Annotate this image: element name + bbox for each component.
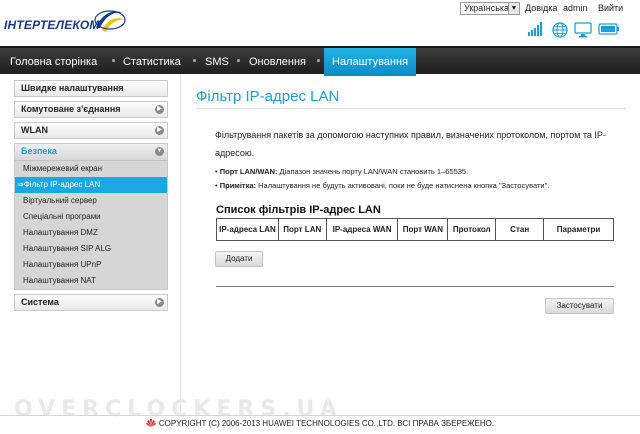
main-nav: Головна сторінка Статистика SMS Оновленн… bbox=[0, 46, 640, 76]
sidebar-item-special-apps[interactable]: Спеціальні програми bbox=[15, 209, 167, 225]
nav-home[interactable]: Головна сторінка bbox=[10, 48, 97, 76]
page-description: Фільтрування пакетів за допомогою наступ… bbox=[215, 130, 606, 158]
note-text: Діапазон значень порту LAN/WAN становить… bbox=[279, 167, 469, 176]
title-divider bbox=[196, 108, 626, 109]
note-port-range: • Порт LAN/WAN: Діапазон значень порту L… bbox=[215, 167, 469, 176]
logo-swoosh-icon bbox=[94, 10, 126, 32]
column-lan-port: Порт LAN bbox=[277, 218, 327, 241]
sidebar-group-security: Безпека ▼ Міжмережевий екран ⇒Фільтр IP-… bbox=[14, 143, 168, 290]
language-select[interactable]: Українська ▼ bbox=[460, 2, 520, 15]
filter-table: IP-адреса LAN Порт LAN IP-адреса WAN Пор… bbox=[216, 218, 614, 241]
nav-settings[interactable]: Налаштування bbox=[324, 48, 417, 76]
sidebar: Швидке налаштування Комутоване з'єднання… bbox=[14, 80, 168, 315]
logout-link[interactable]: Вийти bbox=[598, 3, 623, 13]
copyright-text: COPYRIGHT (C) 2006-2013 HUAWEI TECHNOLOG… bbox=[158, 419, 495, 428]
column-protocol: Протокол bbox=[447, 218, 497, 241]
sidebar-item-label: WLAN bbox=[21, 125, 48, 135]
chevron-down-icon: ▼ bbox=[508, 3, 519, 14]
language-value: Українська bbox=[464, 3, 510, 13]
sidebar-item-sip-alg[interactable]: Налаштування SIP ALG bbox=[15, 241, 167, 257]
sidebar-item-security[interactable]: Безпека ▼ bbox=[15, 144, 167, 161]
section-divider bbox=[216, 286, 614, 287]
add-button[interactable]: Додати bbox=[215, 251, 263, 267]
chevron-right-icon: ▶ bbox=[155, 105, 164, 114]
sidebar-item-system[interactable]: Система ▶ bbox=[14, 294, 168, 311]
sidebar-item-lan-ip-filter[interactable]: ⇒Фільтр IP-адрес LAN bbox=[15, 177, 167, 193]
table-header-row: IP-адреса LAN Порт LAN IP-адреса WAN Пор… bbox=[216, 218, 614, 241]
status-icons bbox=[526, 22, 638, 40]
apply-button[interactable]: Застосувати bbox=[545, 298, 614, 314]
footer: COPYRIGHT (C) 2006-2013 HUAWEI TECHNOLOG… bbox=[0, 419, 640, 428]
nav-separator bbox=[193, 59, 196, 62]
logo-text: ІНТЕРТЕЛЕКОМ bbox=[4, 18, 100, 32]
nav-statistics[interactable]: Статистика bbox=[123, 48, 181, 76]
page-title: Фільтр IP-адрес LAN bbox=[196, 88, 340, 105]
nav-separator bbox=[237, 59, 240, 62]
sidebar-item-label: Безпека bbox=[21, 146, 57, 156]
nav-separator bbox=[112, 59, 115, 62]
chevron-right-icon: ▶ bbox=[155, 126, 164, 135]
note-text: Налаштування не будуть активовані, поки … bbox=[258, 181, 550, 190]
footer-divider bbox=[0, 415, 640, 416]
nav-update[interactable]: Оновлення bbox=[249, 48, 306, 76]
column-status: Стан bbox=[495, 218, 545, 241]
sidebar-item-dialup[interactable]: Комутоване з'єднання ▶ bbox=[14, 101, 168, 118]
note-label: Примітка: bbox=[219, 181, 257, 190]
column-wan-port: Порт WAN bbox=[397, 218, 449, 241]
chevron-down-icon: ▼ bbox=[155, 147, 164, 156]
sidebar-item-nat[interactable]: Налаштування NAT bbox=[15, 273, 167, 289]
help-link[interactable]: Довідка bbox=[525, 3, 557, 13]
sidebar-item-upnp[interactable]: Налаштування UPnP bbox=[15, 257, 167, 273]
note-apply: • Примітка: Налаштування не будуть актив… bbox=[215, 181, 550, 190]
chevron-right-icon: ▶ bbox=[155, 298, 164, 307]
nav-separator bbox=[317, 59, 320, 62]
sidebar-item-firewall[interactable]: Міжмережевий екран bbox=[15, 161, 167, 177]
column-wan-ip: IP-адреса WAN bbox=[325, 218, 399, 241]
sidebar-item-wlan[interactable]: WLAN ▶ bbox=[14, 122, 168, 139]
header: ІНТЕРТЕЛЕКОМ Українська ▼ Довідка admin … bbox=[0, 0, 640, 46]
user-label: admin bbox=[563, 3, 588, 13]
battery-icon bbox=[598, 23, 619, 35]
content-divider bbox=[180, 74, 181, 414]
sidebar-item-label: Система bbox=[21, 297, 59, 307]
intertelecom-logo: ІНТЕРТЕЛЕКОМ bbox=[4, 6, 126, 40]
signal-icon bbox=[528, 22, 542, 36]
note-label: Порт LAN/WAN: bbox=[219, 167, 278, 176]
monitor-icon bbox=[574, 22, 592, 38]
globe-icon bbox=[552, 22, 568, 38]
nav-sms[interactable]: SMS bbox=[205, 48, 229, 76]
sidebar-item-quick-setup[interactable]: Швидке налаштування bbox=[14, 80, 168, 97]
filter-list-title: Список фільтрів IP-адрес LAN bbox=[216, 204, 381, 216]
sidebar-item-label: Комутоване з'єднання bbox=[21, 104, 121, 114]
column-options: Параметри bbox=[543, 218, 614, 241]
sidebar-item-dmz[interactable]: Налаштування DMZ bbox=[15, 225, 167, 241]
sidebar-item-label: Швидке налаштування bbox=[21, 83, 124, 93]
sidebar-item-virtual-server[interactable]: Віртуальний сервер bbox=[15, 193, 167, 209]
column-lan-ip: IP-адреса LAN bbox=[216, 218, 279, 241]
huawei-logo-icon bbox=[145, 419, 156, 427]
